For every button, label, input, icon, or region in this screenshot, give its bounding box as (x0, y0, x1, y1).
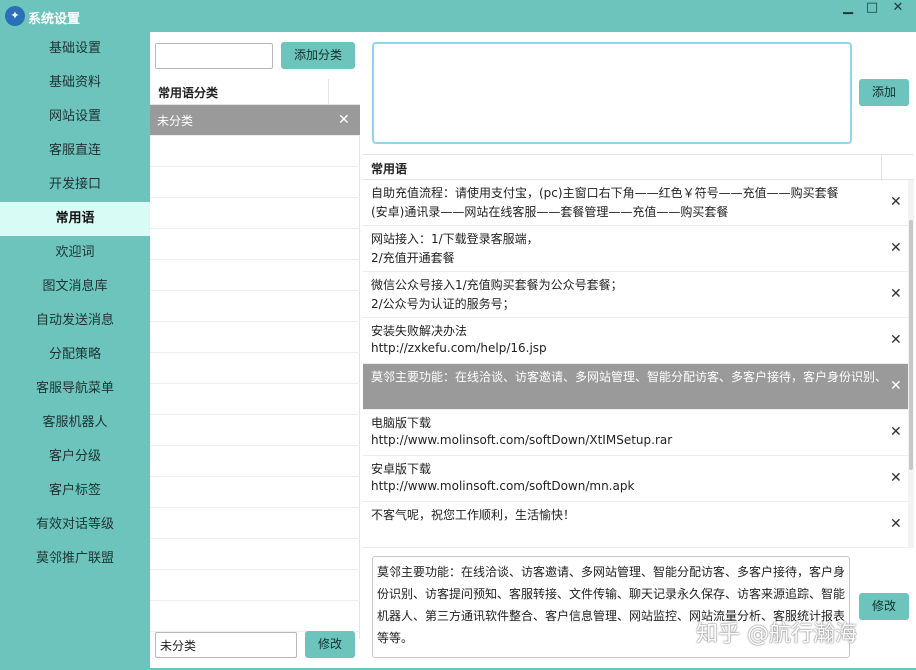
delete-phrase-icon[interactable]: ✕ (890, 194, 902, 210)
sidebar-item-site-settings[interactable]: 网站设置 (0, 100, 150, 134)
category-row-empty (150, 322, 360, 353)
phrase-line-1: 自助充值流程：请使用支付宝，(pc)主窗口右下角——红色￥符号——充值——购买套… (371, 186, 839, 200)
add-phrase-button[interactable]: 添加 (859, 79, 909, 106)
add-category-button[interactable]: 添加分类 (281, 42, 355, 69)
category-row-empty (150, 477, 360, 508)
category-row-empty (150, 384, 360, 415)
category-list-header: 常用语分类 (150, 79, 360, 105)
phrase-row[interactable]: 自助充值流程：请使用支付宝，(pc)主窗口右下角——红色￥符号——充值——购买套… (363, 180, 908, 226)
category-edit-input[interactable] (155, 632, 297, 658)
category-row-empty (150, 167, 360, 198)
category-row-empty (150, 539, 360, 570)
sidebar-item-basic-data[interactable]: 基础资料 (0, 66, 150, 100)
category-row-empty (150, 229, 360, 260)
sidebar-item-customer-tags[interactable]: 客户标签 (0, 474, 150, 508)
phrase-line-1: 微信公众号接入1/充值购买套餐为公众号套餐； (371, 278, 623, 292)
category-row-empty (150, 601, 360, 632)
delete-phrase-icon[interactable]: ✕ (890, 470, 902, 486)
category-row-empty (150, 570, 360, 601)
sidebar-item-common-phrases[interactable]: 常用语 (0, 202, 150, 236)
sidebar-item-media-library[interactable]: 图文消息库 (0, 270, 150, 304)
sidebar-item-assign-strategy[interactable]: 分配策略 (0, 338, 150, 372)
title-bar: ✦ 系统设置 ▁ □ ✕ (0, 0, 916, 32)
category-row-empty (150, 415, 360, 446)
phrase-line-1: 莫邻主要功能：在线洽谈、访客邀请、多网站管理、智能分配访客、多客户接待，客户身份… (371, 370, 886, 384)
maximize-icon[interactable]: □ (860, 0, 884, 18)
category-row[interactable]: 未分类 ✕ (150, 105, 360, 136)
phrase-line-2: 2/充值开通套餐 (371, 251, 455, 265)
category-row-empty (150, 198, 360, 229)
phrase-line-1: 电脑版下载 (371, 416, 432, 430)
sidebar-item-dialog-level[interactable]: 有效对话等级 (0, 508, 150, 542)
sidebar-item-auto-message[interactable]: 自动发送消息 (0, 304, 150, 338)
phrase-line-2: (安卓)通讯录——网站在线客服——套餐管理——充值——购买套餐 (371, 205, 729, 219)
phrase-row[interactable]: 微信公众号接入1/充值购买套餐为公众号套餐； 2/公众号为认证的服务号； ✕ (363, 272, 908, 318)
settings-sidebar: 基础设置 基础资料 网站设置 客服直连 开发接口 常用语 欢迎词 图文消息库 自… (0, 32, 150, 668)
close-icon[interactable]: ✕ (886, 0, 910, 18)
phrase-line-2: http://www.molinsoft.com/softDown/mn.apk (371, 479, 635, 493)
update-phrase-button[interactable]: 修改 (859, 593, 909, 620)
phrase-row[interactable]: 安卓版下载 http://www.molinsoft.com/softDown/… (363, 456, 908, 502)
phrase-list-header: 常用语 (363, 154, 914, 181)
phrase-row[interactable]: 网站接入：1/下载登录客服端， 2/充值开通套餐 ✕ (363, 226, 908, 272)
category-row-empty (150, 260, 360, 291)
category-row-empty (150, 446, 360, 477)
delete-phrase-icon[interactable]: ✕ (890, 378, 902, 394)
rename-category-button[interactable]: 修改 (305, 631, 355, 658)
phrase-list: 常用语 自助充值流程：请使用支付宝，(pc)主窗口右下角——红色￥符号——充值—… (363, 154, 914, 548)
phrase-line-2: 2/公众号为认证的服务号； (371, 297, 515, 311)
category-row-label: 未分类 (157, 114, 194, 128)
minimize-icon[interactable]: ▁ (836, 0, 860, 18)
sidebar-item-customer-level[interactable]: 客户分级 (0, 440, 150, 474)
phrase-row[interactable]: 电脑版下载 http://www.molinsoft.com/softDown/… (363, 410, 908, 456)
watermark-text: 知乎 @航行瀚海 (696, 622, 857, 647)
sidebar-item-dev-api[interactable]: 开发接口 (0, 168, 150, 202)
phrase-line-2: http://www.molinsoft.com/softDown/XtIMSe… (371, 433, 673, 447)
phrase-line-1: 安装失败解决办法 (371, 324, 468, 338)
sidebar-item-welcome[interactable]: 欢迎词 (0, 236, 150, 270)
sidebar-item-robot[interactable]: 客服机器人 (0, 406, 150, 440)
window-title: 系统设置 (28, 12, 81, 27)
new-phrase-textarea[interactable] (372, 42, 852, 144)
sidebar-item-direct-link[interactable]: 客服直连 (0, 134, 150, 168)
delete-phrase-icon[interactable]: ✕ (890, 516, 902, 532)
phrase-line-1: 安卓版下载 (371, 462, 432, 476)
phrase-line-1: 不客气呢，祝您工作顺利，生活愉快！ (371, 508, 576, 522)
phrase-line-1: 网站接入：1/下载登录客服端， (371, 232, 539, 246)
delete-phrase-icon[interactable]: ✕ (890, 332, 902, 348)
category-row-empty (150, 136, 360, 167)
phrase-list-scrollbar[interactable] (908, 180, 914, 548)
phrase-row[interactable]: 不客气呢，祝您工作顺利，生活愉快！ ✕ (363, 502, 908, 548)
phrase-row[interactable]: 安装失败解决办法 http://zxkefu.com/help/16.jsp ✕ (363, 318, 908, 364)
column-divider (881, 155, 882, 181)
sidebar-item-nav-menu[interactable]: 客服导航菜单 (0, 372, 150, 406)
category-row-empty (150, 508, 360, 539)
column-divider (328, 79, 329, 105)
category-row-empty (150, 291, 360, 322)
category-list: 常用语分类 未分类 ✕ (150, 79, 360, 639)
sidebar-item-affiliate[interactable]: 莫邻推广联盟 (0, 542, 150, 576)
delete-phrase-icon[interactable]: ✕ (890, 286, 902, 302)
delete-phrase-icon[interactable]: ✕ (890, 424, 902, 440)
phrase-row-selected[interactable]: 莫邻主要功能：在线洽谈、访客邀请、多网站管理、智能分配访客、多客户接待，客户身份… (363, 364, 908, 410)
category-name-input[interactable] (155, 43, 273, 69)
phrase-line-2: http://zxkefu.com/help/16.jsp (371, 341, 547, 355)
main-panel: 添加分类 常用语分类 未分类 ✕ 修改 添加 常用语 (150, 32, 916, 668)
category-column-header: 常用语分类 (158, 86, 219, 100)
sidebar-item-basic-settings[interactable]: 基础设置 (0, 32, 150, 66)
scrollbar-thumb[interactable] (909, 220, 913, 470)
category-row-empty (150, 353, 360, 384)
delete-phrase-icon[interactable]: ✕ (890, 240, 902, 256)
delete-category-icon[interactable]: ✕ (338, 112, 350, 128)
bird-logo-icon: ✦ (5, 6, 25, 26)
phrase-column-header: 常用语 (371, 162, 408, 176)
